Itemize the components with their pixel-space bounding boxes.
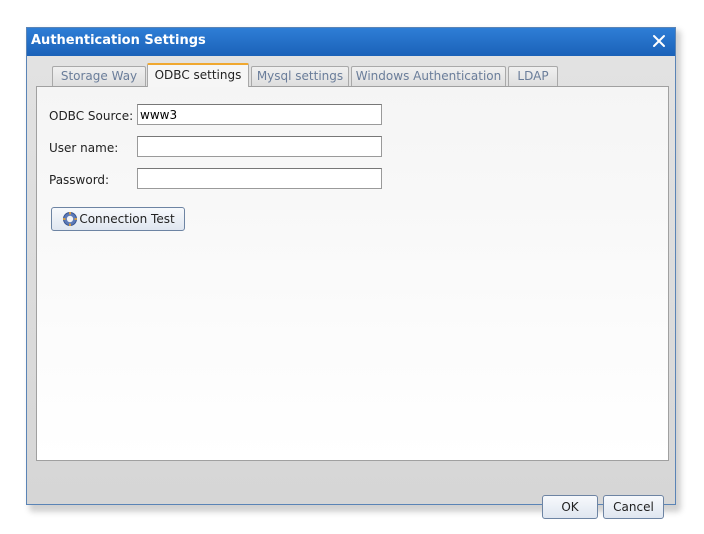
password-input[interactable] [137,168,382,189]
cancel-button[interactable]: Cancel [603,495,664,519]
odbc-settings-panel: ODBC Source: User name: Password: [36,86,669,461]
title-bar[interactable]: Authentication Settings [27,28,675,56]
odbc-source-label: ODBC Source: [49,109,134,123]
tab-odbc-settings[interactable]: ODBC settings [147,63,249,87]
user-name-input[interactable] [137,136,382,157]
dialog-body: Storage Way ODBC settings Mysql settings… [27,56,675,519]
tab-ldap[interactable]: LDAP [508,66,558,86]
password-label: Password: [49,173,110,187]
authentication-settings-dialog: Authentication Settings Storage Way ODBC… [26,27,676,519]
tab-mysql-settings[interactable]: Mysql settings [251,66,349,86]
odbc-source-input[interactable] [137,104,382,125]
tab-windows-authentication[interactable]: Windows Authentication [351,66,506,86]
connection-test-label: Connection Test [79,212,175,226]
gear-icon [62,211,78,227]
connection-test-button[interactable]: Connection Test [51,207,185,231]
close-icon[interactable] [651,33,667,49]
user-name-label: User name: [49,141,119,155]
ok-button[interactable]: OK [542,495,598,519]
dialog-title: Authentication Settings [31,33,206,48]
tab-storage-way[interactable]: Storage Way [52,66,146,86]
